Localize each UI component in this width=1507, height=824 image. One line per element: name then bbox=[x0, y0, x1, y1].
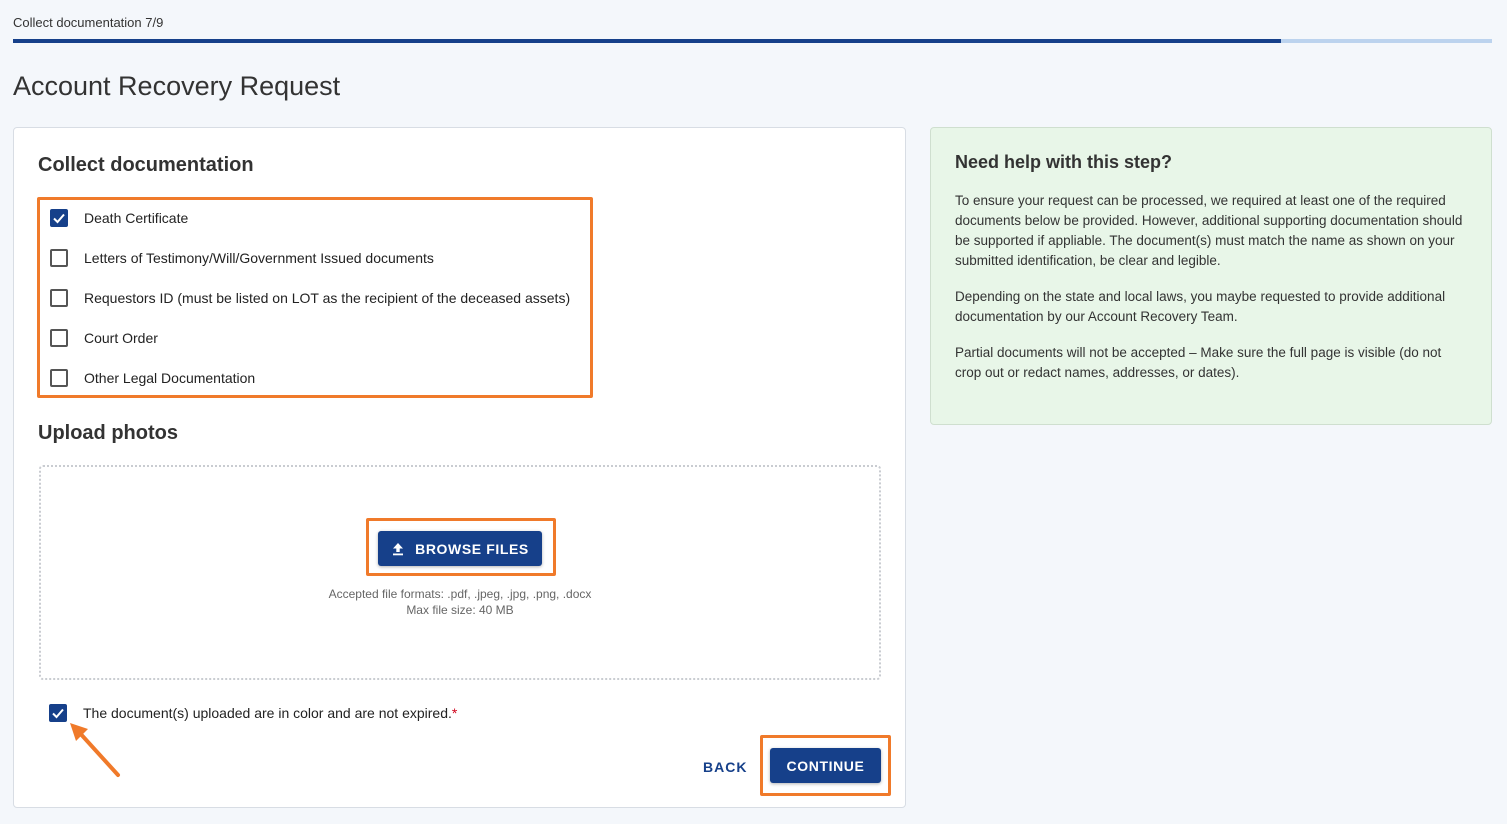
help-paragraph-1: Depending on the state and local laws, y… bbox=[955, 289, 1446, 324]
doc-checkbox-label-3: Court Order bbox=[84, 330, 158, 346]
progress-bar bbox=[13, 39, 1492, 43]
document-checklist-highlight: Death Certificate Letters of Testimony/W… bbox=[37, 197, 593, 398]
doc-checkbox-label-0: Death Certificate bbox=[84, 210, 189, 226]
upload-info: Accepted file formats: .pdf, .jpeg, .jpg… bbox=[41, 586, 879, 618]
doc-checkbox-label-4: Other Legal Documentation bbox=[84, 370, 256, 386]
step-label: Collect documentation 7/9 bbox=[13, 15, 164, 30]
confirm-label-text: The document(s) uploaded are in color an… bbox=[83, 705, 452, 721]
doc-checkbox-0[interactable] bbox=[50, 209, 68, 227]
checkmark-icon bbox=[52, 708, 64, 719]
upload-photos-title: Upload photos bbox=[38, 422, 178, 444]
back-button[interactable]: BACK bbox=[703, 757, 747, 777]
help-card: Need help with this step? To ensure your… bbox=[930, 127, 1492, 425]
required-indicator: * bbox=[451, 705, 458, 721]
doc-checkbox-label-1: Letters of Testimony/Will/Government Iss… bbox=[84, 250, 434, 266]
browse-files-button[interactable]: BROWSE FILES bbox=[378, 531, 542, 566]
continue-button[interactable]: CONTINUE bbox=[770, 748, 881, 783]
help-title: Need help with this step? bbox=[955, 152, 1173, 172]
doc-checkbox-1[interactable] bbox=[50, 249, 68, 267]
main-card: Collect documentation Death Certificate … bbox=[13, 127, 906, 808]
confirm-label: The document(s) uploaded are in color an… bbox=[83, 705, 457, 721]
upload-dropzone[interactable]: BROWSE FILES Accepted file formats: .pdf… bbox=[39, 465, 881, 680]
collect-documentation-title: Collect documentation bbox=[38, 154, 254, 176]
doc-checkbox-2[interactable] bbox=[50, 289, 68, 307]
doc-checkbox-row-2[interactable]: Requestors ID (must be listed on LOT as … bbox=[50, 288, 570, 308]
confirm-row[interactable]: The document(s) uploaded are in color an… bbox=[49, 703, 457, 723]
progress-bar-fill bbox=[13, 39, 1281, 43]
confirm-checkbox[interactable] bbox=[49, 704, 67, 722]
doc-checkbox-row-4[interactable]: Other Legal Documentation bbox=[50, 368, 255, 388]
arrow-annotation-icon bbox=[70, 723, 120, 777]
browse-files-label: BROWSE FILES bbox=[415, 540, 529, 557]
doc-checkbox-row-1[interactable]: Letters of Testimony/Will/Government Iss… bbox=[50, 248, 434, 268]
upload-icon bbox=[393, 542, 404, 555]
doc-checkbox-4[interactable] bbox=[50, 369, 68, 387]
help-paragraph-0: To ensure your request can be processed,… bbox=[955, 193, 1463, 268]
page-title: Account Recovery Request bbox=[13, 71, 341, 101]
doc-checkbox-3[interactable] bbox=[50, 329, 68, 347]
checkmark-icon bbox=[53, 213, 65, 224]
continue-highlight: CONTINUE bbox=[760, 735, 891, 796]
doc-checkbox-row-3[interactable]: Court Order bbox=[50, 328, 158, 348]
max-size-text: Max file size: 40 MB bbox=[406, 603, 514, 617]
help-paragraph-2: Partial documents will not be accepted –… bbox=[955, 345, 1442, 380]
browse-files-highlight: BROWSE FILES bbox=[366, 518, 556, 576]
doc-checkbox-label-2: Requestors ID (must be listed on LOT as … bbox=[84, 290, 571, 306]
accepted-formats-text: Accepted file formats: .pdf, .jpeg, .jpg… bbox=[328, 587, 592, 601]
doc-checkbox-row-0[interactable]: Death Certificate bbox=[50, 208, 188, 228]
